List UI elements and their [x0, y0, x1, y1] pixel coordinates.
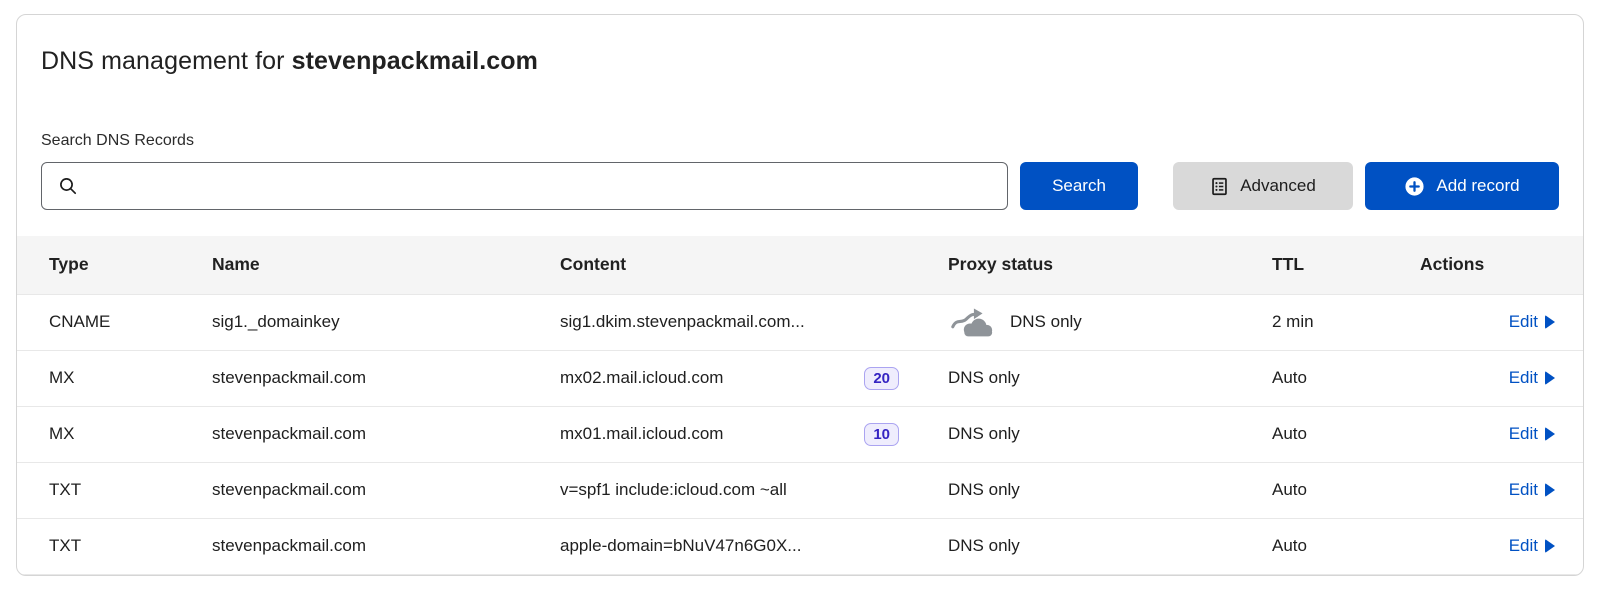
column-header-ttl: TTL — [1240, 236, 1390, 294]
record-type: TXT — [17, 462, 177, 518]
edit-link[interactable]: Edit — [1509, 480, 1555, 500]
edit-link-label: Edit — [1509, 312, 1538, 332]
edit-link-label: Edit — [1509, 368, 1538, 388]
proxy-status-text: DNS only — [948, 480, 1020, 499]
toolbar-buttons: Advanced Add record — [1173, 162, 1559, 210]
record-content: apple-domain=bNuV47n6G0X... — [525, 518, 915, 574]
record-content-text: apple-domain=bNuV47n6G0X... — [560, 536, 801, 556]
record-content: v=spf1 include:icloud.com ~all — [525, 462, 915, 518]
record-actions: Edit — [1390, 462, 1583, 518]
record-content-text: v=spf1 include:icloud.com ~all — [560, 480, 787, 500]
advanced-button[interactable]: Advanced — [1173, 162, 1353, 210]
dns-records-table: Type Name Content Proxy status TTL Actio… — [17, 236, 1583, 575]
record-ttl: Auto — [1240, 350, 1390, 406]
add-record-button[interactable]: Add record — [1365, 162, 1559, 210]
search-button[interactable]: Search — [1020, 162, 1138, 210]
proxy-status-text: DNS only — [948, 536, 1020, 555]
edit-link[interactable]: Edit — [1509, 312, 1555, 332]
edit-link-label: Edit — [1509, 480, 1538, 500]
add-record-button-label: Add record — [1436, 176, 1519, 196]
table-header-row: Type Name Content Proxy status TTL Actio… — [17, 236, 1583, 294]
page-title-domain: stevenpackmail.com — [292, 47, 538, 75]
edit-arrow-icon — [1545, 539, 1555, 553]
record-content-text: sig1.dkim.stevenpackmail.com... — [560, 312, 805, 332]
record-type: TXT — [17, 518, 177, 574]
record-ttl: Auto — [1240, 406, 1390, 462]
record-content: sig1.dkim.stevenpackmail.com... — [525, 294, 915, 350]
table-row-mx-20: MX stevenpackmail.com mx02.mail.icloud.c… — [17, 350, 1583, 406]
edit-link[interactable]: Edit — [1509, 536, 1555, 556]
dns-only-cloud-icon — [948, 306, 996, 338]
record-actions: Edit — [1390, 518, 1583, 574]
proxy-status-text: DNS only — [948, 368, 1020, 387]
record-ttl: 2 min — [1240, 294, 1390, 350]
table-row-cname: CNAME sig1._domainkey sig1.dkim.stevenpa… — [17, 294, 1583, 350]
record-type: MX — [17, 406, 177, 462]
advanced-list-icon — [1210, 177, 1229, 196]
record-content: mx02.mail.icloud.com 20 — [525, 350, 915, 406]
search-icon — [58, 176, 78, 196]
column-header-actions: Actions — [1390, 236, 1583, 294]
record-proxy-status: DNS only — [915, 462, 1240, 518]
edit-arrow-icon — [1545, 315, 1555, 329]
edit-arrow-icon — [1545, 427, 1555, 441]
record-name: sig1._domainkey — [177, 294, 525, 350]
record-proxy-status: DNS only — [915, 406, 1240, 462]
column-header-content: Content — [525, 236, 915, 294]
edit-link-label: Edit — [1509, 536, 1538, 556]
proxy-status-text: DNS only — [1010, 312, 1082, 332]
record-content-text: mx01.mail.icloud.com — [560, 424, 723, 444]
record-ttl: Auto — [1240, 462, 1390, 518]
search-box — [41, 162, 1008, 210]
record-proxy-status: DNS only — [915, 518, 1240, 574]
dns-management-card: DNS management for stevenpackmail.com Se… — [16, 14, 1584, 576]
record-actions: Edit — [1390, 350, 1583, 406]
priority-badge: 20 — [864, 367, 899, 390]
priority-badge: 10 — [864, 423, 899, 446]
card-top-section: DNS management for stevenpackmail.com Se… — [17, 15, 1583, 210]
record-name: stevenpackmail.com — [177, 350, 525, 406]
edit-arrow-icon — [1545, 371, 1555, 385]
search-input[interactable] — [88, 163, 995, 209]
record-actions: Edit — [1390, 294, 1583, 350]
record-proxy-status: DNS only — [915, 350, 1240, 406]
record-name: stevenpackmail.com — [177, 462, 525, 518]
record-name: stevenpackmail.com — [177, 518, 525, 574]
table-row-txt-apple: TXT stevenpackmail.com apple-domain=bNuV… — [17, 518, 1583, 574]
column-header-name: Name — [177, 236, 525, 294]
column-header-proxy-status: Proxy status — [915, 236, 1240, 294]
table-row-txt-spf: TXT stevenpackmail.com v=spf1 include:ic… — [17, 462, 1583, 518]
page-title: DNS management for stevenpackmail.com — [41, 47, 1559, 76]
record-proxy-status: DNS only — [915, 294, 1240, 350]
column-header-type: Type — [17, 236, 177, 294]
record-name: stevenpackmail.com — [177, 406, 525, 462]
edit-link[interactable]: Edit — [1509, 368, 1555, 388]
search-toolbar: Search Advanced Add record — [41, 162, 1559, 210]
table-row-mx-10: MX stevenpackmail.com mx01.mail.icloud.c… — [17, 406, 1583, 462]
record-content: mx01.mail.icloud.com 10 — [525, 406, 915, 462]
record-type: MX — [17, 350, 177, 406]
plus-circle-icon — [1404, 176, 1425, 197]
record-actions: Edit — [1390, 406, 1583, 462]
record-ttl: Auto — [1240, 518, 1390, 574]
record-type: CNAME — [17, 294, 177, 350]
advanced-button-label: Advanced — [1240, 176, 1316, 196]
record-content-text: mx02.mail.icloud.com — [560, 368, 723, 388]
edit-arrow-icon — [1545, 483, 1555, 497]
edit-link[interactable]: Edit — [1509, 424, 1555, 444]
proxy-status-text: DNS only — [948, 424, 1020, 443]
search-label: Search DNS Records — [41, 132, 1559, 150]
edit-link-label: Edit — [1509, 424, 1538, 444]
page-title-prefix: DNS management for — [41, 47, 292, 75]
